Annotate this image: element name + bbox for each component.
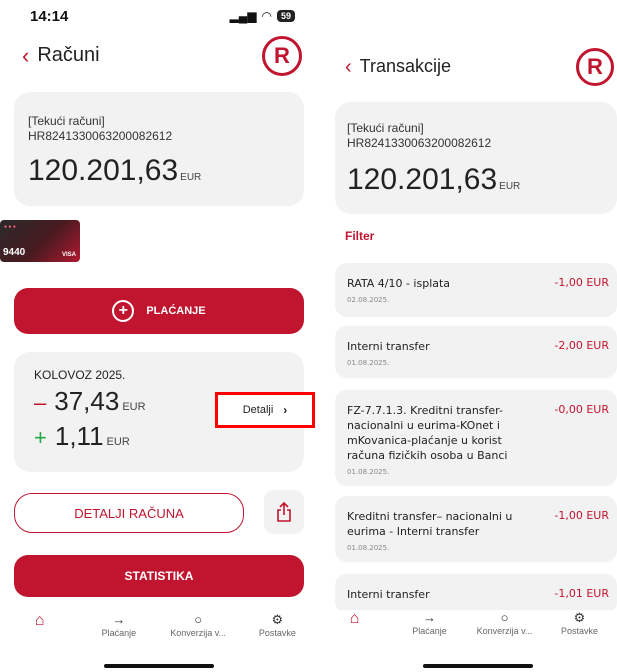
home-indicator bbox=[104, 664, 214, 668]
card-brand-mark: ● ● ● bbox=[4, 224, 16, 230]
transaction-description: Kreditni transfer– nacionalni u eurima -… bbox=[347, 510, 513, 538]
home-indicator bbox=[423, 664, 533, 668]
details-button[interactable]: Detalji › bbox=[215, 392, 315, 428]
bank-logo: R bbox=[576, 48, 614, 86]
account-details-button[interactable]: DETALJI RAČUNA bbox=[14, 493, 244, 533]
refresh-icon: ○ bbox=[194, 612, 203, 627]
minus-icon: – bbox=[34, 390, 47, 415]
refresh-icon: ○ bbox=[500, 610, 509, 625]
tab-conversion[interactable]: ○ Konverzija v... bbox=[467, 610, 542, 660]
transaction-date: 01.08.2025. bbox=[347, 544, 390, 552]
tab-settings[interactable]: ⚙ Postavke bbox=[542, 610, 617, 660]
share-icon bbox=[277, 502, 291, 522]
status-bar: 14:14 ▂▄▆ ◠ 59 bbox=[0, 8, 317, 28]
tab-payments[interactable]: → Plaćanje bbox=[79, 612, 158, 662]
gear-icon: ⚙ bbox=[573, 610, 586, 625]
outgoing-row: – 37,43 EUR bbox=[34, 386, 146, 417]
tab-payments[interactable]: → Plaćanje bbox=[392, 610, 467, 660]
transaction-amount: -1,01 EUR bbox=[554, 587, 609, 600]
statistics-button[interactable]: STATISTIKA bbox=[14, 555, 304, 597]
battery-icon: 59 bbox=[276, 10, 295, 22]
gear-icon: ⚙ bbox=[271, 612, 284, 627]
share-button[interactable] bbox=[264, 490, 304, 534]
home-icon: ⌂ bbox=[349, 610, 360, 627]
transaction-date: 01.08.2025. bbox=[347, 468, 390, 476]
arrow-right-icon: → bbox=[112, 612, 126, 627]
tab-settings[interactable]: ⚙ Postavke bbox=[238, 612, 317, 662]
account-iban: HR8241330063200082612 bbox=[347, 136, 492, 150]
transaction-item[interactable]: Interni transfer 01.08.2025. -2,00 EUR bbox=[335, 326, 617, 378]
transaction-description: FZ-7.7.1.3. Kreditni transfer-nacionalni… bbox=[347, 404, 508, 462]
accounts-screen: 14:14 ▂▄▆ ◠ 59 ‹ Računi R [Tekući računi… bbox=[0, 0, 317, 672]
transaction-date: 01.08.2025. bbox=[347, 359, 390, 367]
transaction-amount: -2,00 EUR bbox=[554, 339, 609, 352]
tab-conversion[interactable]: ○ Konverzija v... bbox=[159, 612, 238, 662]
tab-home[interactable]: ⌂ bbox=[0, 612, 79, 662]
transaction-description: Interni transfer bbox=[347, 588, 430, 601]
transaction-amount: -0,00 EUR bbox=[554, 403, 609, 416]
account-name: [Tekući računi] bbox=[28, 114, 105, 128]
payment-button[interactable]: + PLAĆANJE bbox=[14, 288, 304, 334]
status-icons: ▂▄▆ ◠ 59 bbox=[230, 9, 295, 23]
card-number: 9440 bbox=[3, 247, 26, 258]
summary-month: KOLOVOZ 2025. bbox=[34, 368, 126, 382]
status-time: 14:14 bbox=[30, 8, 69, 25]
account-card[interactable]: [Tekući računi] HR8241330063200082612 12… bbox=[335, 102, 617, 214]
transaction-item[interactable]: RATA 4/10 - isplata 02.08.2025. -1,00 EUR bbox=[335, 263, 617, 317]
incoming-amount: 1,11 EUR bbox=[54, 421, 130, 451]
account-balance: 120.201,63 EUR bbox=[347, 163, 521, 196]
transaction-item[interactable]: FZ-7.7.1.3. Kreditni transfer-nacionalni… bbox=[335, 390, 617, 486]
outgoing-amount: 37,43 EUR bbox=[54, 386, 146, 416]
page-title: Računi bbox=[37, 44, 100, 66]
incoming-row: + 1,11 EUR bbox=[34, 421, 146, 452]
chevron-left-icon: ‹ bbox=[22, 42, 30, 68]
transaction-item[interactable]: Kreditni transfer– nacionalni u eurima -… bbox=[335, 496, 617, 562]
wifi-icon: ◠ bbox=[261, 9, 272, 23]
tab-bar: ⌂ → Plaćanje ○ Konverzija v... ⚙ Postavke bbox=[317, 610, 617, 660]
transaction-date: 02.08.2025. bbox=[347, 296, 390, 304]
plus-circle-icon: + bbox=[112, 300, 135, 322]
bank-logo: R bbox=[262, 36, 302, 76]
back-button[interactable]: ‹ Transakcije bbox=[345, 56, 451, 77]
bank-card-thumbnail[interactable]: ● ● ● 9440 VISA bbox=[0, 220, 80, 262]
chevron-right-icon: › bbox=[283, 403, 288, 417]
tab-bar: ⌂ → Plaćanje ○ Konverzija v... ⚙ Postavke bbox=[0, 612, 317, 662]
filter-button[interactable]: Filter bbox=[345, 229, 374, 243]
transaction-item[interactable]: Interni transfer -1,01 EUR bbox=[335, 574, 617, 614]
logo-letter: R bbox=[274, 43, 290, 68]
transaction-description: Interni transfer bbox=[347, 340, 430, 353]
card-network: VISA bbox=[61, 252, 76, 258]
account-balance: 120.201,63 EUR bbox=[28, 154, 202, 187]
transactions-screen: ‹ Transakcije R [Tekući računi] HR824133… bbox=[317, 0, 617, 672]
transaction-description: RATA 4/10 - isplata bbox=[347, 277, 451, 290]
account-card[interactable]: [Tekući računi] HR8241330063200082612 12… bbox=[14, 92, 304, 206]
tab-home[interactable]: ⌂ bbox=[317, 610, 392, 660]
account-iban: HR8241330063200082612 bbox=[28, 129, 173, 143]
transaction-amount: -1,00 EUR bbox=[554, 509, 609, 522]
logo-letter: R bbox=[587, 54, 603, 79]
transaction-amount: -1,00 EUR bbox=[554, 276, 609, 289]
arrow-right-icon: → bbox=[423, 610, 436, 625]
signal-icon: ▂▄▆ bbox=[229, 9, 257, 23]
back-button[interactable]: ‹ Računi bbox=[22, 44, 100, 67]
plus-icon: + bbox=[34, 425, 47, 450]
home-icon: ⌂ bbox=[34, 612, 45, 629]
page-title: Transakcije bbox=[359, 56, 452, 76]
chevron-left-icon: ‹ bbox=[345, 55, 352, 78]
account-name: [Tekući računi] bbox=[347, 121, 424, 135]
